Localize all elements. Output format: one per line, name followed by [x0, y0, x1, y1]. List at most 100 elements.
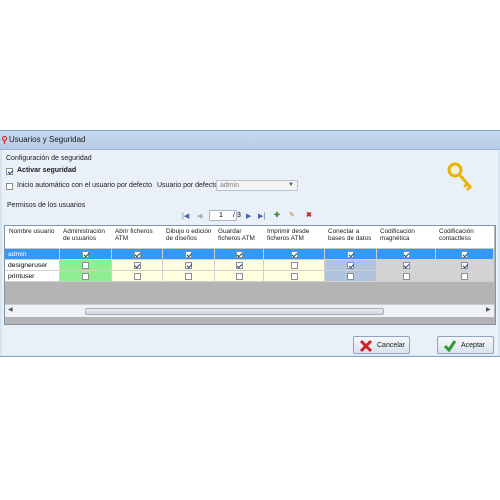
cell-contactless[interactable] [436, 260, 494, 271]
table-row[interactable]: printuser [5, 271, 494, 282]
cell-connect-db[interactable] [325, 249, 377, 260]
next-page-button[interactable]: ▶ [246, 212, 251, 220]
permission-checkbox[interactable] [402, 251, 410, 258]
close-icon [359, 339, 373, 353]
column-header-save-files[interactable]: Guardar ficheros ATM [218, 228, 264, 242]
cell-contactless[interactable] [436, 271, 494, 282]
permissions-grid: Nombre usuario Administración de usuario… [4, 225, 496, 325]
cell-connect-db[interactable] [325, 271, 377, 282]
prev-page-button[interactable]: ◀ [197, 212, 202, 220]
permission-checkbox[interactable] [461, 262, 468, 269]
page-total: 3 [237, 212, 241, 219]
cell-magnetic[interactable] [377, 260, 436, 271]
cell-open-files[interactable] [112, 260, 163, 271]
cell-magnetic[interactable] [377, 249, 436, 260]
security-group-label: Configuración de seguridad [6, 155, 92, 162]
cell-name[interactable]: designeruser [5, 260, 60, 271]
permission-checkbox[interactable] [235, 262, 243, 269]
page-separator: / [233, 212, 235, 219]
user-name: printuser [8, 273, 35, 280]
cell-admin-users[interactable] [60, 271, 112, 282]
scroll-thumb[interactable] [85, 308, 384, 315]
scroll-left-icon[interactable]: ◀ [8, 306, 13, 313]
keys-icon [447, 162, 473, 191]
table-row[interactable]: designeruser [5, 260, 494, 271]
table-row[interactable]: admin [5, 249, 494, 260]
accept-button[interactable]: Aceptar [437, 336, 494, 354]
permission-checkbox[interactable] [185, 251, 192, 258]
first-page-button[interactable]: |◀ [182, 212, 189, 220]
cell-open-files[interactable] [112, 249, 163, 260]
grid-header: Nombre usuario Administración de usuario… [5, 226, 494, 249]
column-header-name[interactable]: Nombre usuario [9, 228, 57, 235]
cell-save-files[interactable] [215, 271, 264, 282]
window-title: Usuarios y Seguridad [9, 135, 86, 144]
cancel-button[interactable]: Cancelar [353, 336, 410, 354]
permission-checkbox[interactable] [347, 251, 354, 258]
horizontal-scrollbar[interactable]: ◀ ▶ [5, 304, 494, 317]
page-current: 1 [219, 212, 223, 219]
default-user-value: admin [220, 182, 240, 189]
permission-checkbox[interactable] [235, 273, 243, 280]
activate-security-label: Activar seguridad [17, 167, 77, 174]
cell-name[interactable]: printuser [5, 271, 60, 282]
cell-name[interactable]: admin [5, 249, 60, 260]
autostart-checkbox[interactable] [6, 183, 13, 190]
cell-save-files[interactable] [215, 249, 264, 260]
permission-checkbox[interactable] [82, 251, 89, 258]
cell-draw-edit[interactable] [163, 271, 215, 282]
edit-user-icon[interactable]: ✎ [289, 211, 295, 219]
cell-draw-edit[interactable] [163, 260, 215, 271]
cell-magnetic[interactable] [377, 271, 436, 282]
scroll-right-icon[interactable]: ▶ [486, 306, 491, 313]
cell-admin-users[interactable] [60, 249, 112, 260]
permission-checkbox[interactable] [461, 251, 468, 258]
permission-checkbox[interactable] [185, 273, 192, 280]
delete-user-icon[interactable]: ✖ [306, 211, 312, 219]
column-header-connect-db[interactable]: Conectar a bases de datos [328, 228, 376, 242]
last-page-button[interactable]: ▶| [258, 212, 265, 220]
permission-checkbox[interactable] [402, 262, 410, 269]
chevron-down-icon: ▼ [288, 182, 294, 188]
permission-checkbox[interactable] [290, 262, 298, 269]
permission-checkbox[interactable] [133, 262, 141, 269]
cell-open-files[interactable] [112, 271, 163, 282]
permission-checkbox[interactable] [82, 262, 89, 269]
permission-checkbox[interactable] [461, 273, 468, 280]
cancel-label: Cancelar [377, 342, 406, 349]
add-user-icon[interactable]: ✚ [274, 211, 280, 219]
column-header-draw-edit[interactable]: Dibujo o edición de diseños [166, 228, 214, 242]
permission-checkbox[interactable] [133, 251, 141, 258]
permission-checkbox[interactable] [235, 251, 243, 258]
column-header-contactless[interactable]: Codificación contactless [439, 228, 493, 242]
permission-checkbox[interactable] [290, 251, 298, 258]
cell-print-files[interactable] [264, 260, 325, 271]
column-header-admin-users[interactable]: Administración de usuarios [63, 228, 111, 242]
permission-checkbox[interactable] [290, 273, 298, 280]
column-header-magnetic[interactable]: Codificación magnética [380, 228, 434, 242]
cell-print-files[interactable] [264, 271, 325, 282]
key-icon [1, 136, 8, 144]
cell-contactless[interactable] [436, 249, 494, 260]
autostart-label: Inicio automático con el usuario por def… [17, 182, 153, 189]
activate-security-checkbox[interactable] [6, 168, 13, 175]
cell-admin-users[interactable] [60, 260, 112, 271]
cell-draw-edit[interactable] [163, 249, 215, 260]
permission-checkbox[interactable] [185, 262, 192, 269]
permission-checkbox[interactable] [347, 262, 354, 269]
users-security-window: Usuarios y Seguridad Configuración de se… [0, 130, 500, 357]
cell-connect-db[interactable] [325, 260, 377, 271]
user-name: designeruser [8, 262, 48, 269]
title-bar[interactable]: Usuarios y Seguridad [0, 131, 500, 150]
permission-checkbox[interactable] [133, 273, 141, 280]
default-user-select[interactable]: admin ▼ [216, 180, 298, 191]
cell-save-files[interactable] [215, 260, 264, 271]
permission-checkbox[interactable] [402, 273, 410, 280]
dialog-body: Configuración de seguridad Activar segur… [2, 150, 498, 355]
cell-print-files[interactable] [264, 249, 325, 260]
permission-checkbox[interactable] [82, 273, 89, 280]
permission-checkbox[interactable] [347, 273, 354, 280]
column-header-print-files[interactable]: Imprimir desde ficheros ATM [267, 228, 325, 242]
column-header-open-files[interactable]: Abrir ficheros ATM [115, 228, 161, 242]
permissions-group-label: Permisos de los usuarios [7, 202, 86, 209]
